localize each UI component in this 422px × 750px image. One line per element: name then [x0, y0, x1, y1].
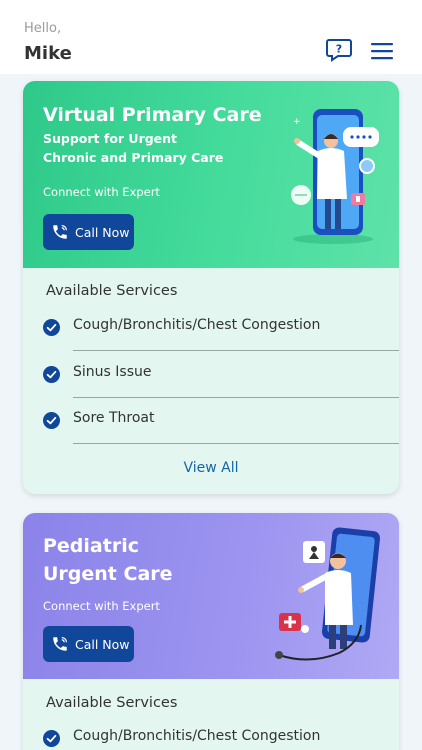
phone-icon	[53, 225, 67, 239]
service-divider	[73, 443, 399, 444]
service-item[interactable]: Cough/Bronchitis/Chest Congestion	[23, 716, 399, 750]
service-item[interactable]: Sore Throat	[23, 398, 399, 444]
virtual-primary-care-card: Virtual Primary Care Support for Urgent …	[23, 81, 399, 494]
service-label: Sore Throat	[73, 410, 155, 426]
card-banner: Pediatric Urgent Care Connect with Exper…	[23, 513, 399, 679]
service-divider	[73, 350, 399, 351]
card-subtitle-line2: Chronic and Primary Care	[43, 150, 224, 165]
pediatric-urgent-care-card: Pediatric Urgent Care Connect with Exper…	[23, 513, 399, 750]
view-all-link[interactable]: View All	[23, 460, 399, 476]
user-name: Mike	[24, 43, 72, 64]
hamburger-menu-icon[interactable]	[370, 42, 394, 60]
doctor-phone-illustration: +	[291, 109, 379, 244]
app-header: Hello, Mike ?	[0, 0, 422, 74]
service-label: Sinus Issue	[73, 364, 152, 380]
service-item[interactable]: Cough/Bronchitis/Chest Congestion	[23, 305, 399, 351]
service-label: Cough/Bronchitis/Chest Congestion	[73, 317, 321, 333]
call-now-label: Call Now	[75, 636, 130, 652]
call-now-label: Call Now	[75, 224, 130, 240]
phone-icon	[53, 637, 67, 651]
service-label: Cough/Bronchitis/Chest Congestion	[73, 728, 321, 744]
card-subtitle-line1: Support for Urgent	[43, 131, 178, 146]
card-title-line1: Pediatric	[43, 535, 139, 557]
call-now-button[interactable]: Call Now	[43, 626, 134, 662]
available-services-title: Available Services	[46, 695, 178, 711]
svg-text:?: ?	[336, 43, 342, 56]
available-services-title: Available Services	[46, 283, 178, 299]
check-circle-icon	[43, 366, 60, 383]
call-now-button[interactable]: Call Now	[43, 214, 134, 250]
connect-text: Connect with Expert	[43, 599, 160, 613]
card-banner: Virtual Primary Care Support for Urgent …	[23, 81, 399, 268]
check-circle-icon	[43, 412, 60, 429]
check-circle-icon	[43, 319, 60, 336]
greeting-text: Hello,	[24, 21, 62, 36]
connect-text: Connect with Expert	[43, 185, 160, 199]
card-title-line2: Urgent Care	[43, 563, 173, 585]
check-circle-icon	[43, 730, 60, 747]
pediatric-doctor-illustration	[275, 527, 381, 661]
service-item[interactable]: Sinus Issue	[23, 352, 399, 398]
card-title: Virtual Primary Care	[43, 104, 262, 126]
svg-text:+: +	[293, 117, 301, 127]
help-chat-icon[interactable]: ?	[326, 38, 352, 62]
